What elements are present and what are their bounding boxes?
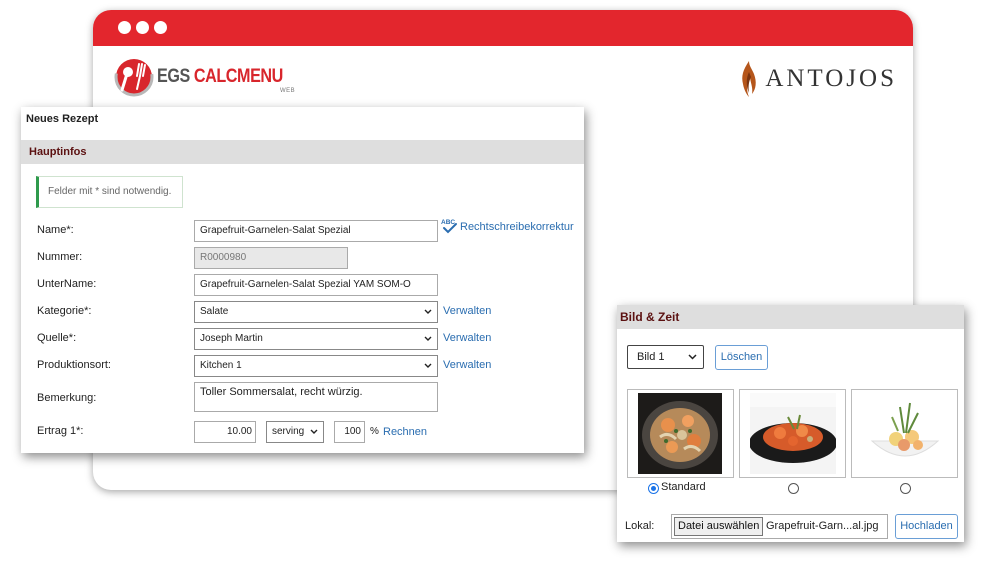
quelle-select[interactable]: Joseph Martin: [194, 328, 438, 350]
section-header-bild-zeit: Bild & Zeit: [617, 305, 964, 329]
window-dot-icon: [154, 21, 167, 34]
antojos-logo: ANTOJOS: [739, 60, 897, 98]
ertrag-percent-input[interactable]: 100: [334, 421, 365, 443]
image-select[interactable]: Bild 1: [627, 345, 704, 369]
image-thumbnail-3[interactable]: [851, 389, 958, 478]
image-time-panel: Bild & Zeit Bild 1 Löschen Standard Loka…: [617, 305, 964, 542]
browser-title-bar: [93, 10, 913, 46]
bemerkung-label: Bemerkung:: [37, 392, 97, 404]
name-input[interactable]: Grapefruit-Garnelen-Salat Spezial: [194, 220, 438, 242]
produktionsort-select[interactable]: Kitchen 1: [194, 355, 438, 377]
standard-radio-1[interactable]: [648, 483, 659, 494]
kategorie-value: Salate: [200, 306, 229, 317]
standard-label: Standard: [661, 481, 706, 493]
percent-symbol: %: [370, 426, 379, 437]
chevron-down-icon: [310, 429, 318, 434]
quelle-verwalten-link[interactable]: Verwalten: [443, 332, 491, 344]
untername-label: UnterName:: [37, 278, 97, 290]
image-thumbnail-1[interactable]: [627, 389, 734, 478]
standard-radio-3[interactable]: [900, 483, 911, 494]
shrimp-pasta-photo-icon: [638, 393, 722, 474]
egs-calcmenu-logo: EGS CALCMENU WEB: [113, 55, 305, 99]
logo-main: CALCMENU: [193, 66, 283, 87]
required-fields-notice: Felder mit * sind notwendig.: [36, 176, 183, 208]
untername-input[interactable]: Grapefruit-Garnelen-Salat Spezial YAM SO…: [194, 274, 438, 296]
window-dot-icon: [118, 21, 131, 34]
logo-sub: WEB: [279, 88, 296, 94]
spellcheck-link[interactable]: Rechtschreibekorrektur: [460, 221, 574, 233]
nummer-label: Nummer:: [37, 251, 83, 263]
shrimp-plate-photo-icon: [750, 393, 836, 474]
file-name: Grapefruit-Garn...al.jpg: [766, 520, 879, 532]
quelle-label: Quelle*:: [37, 332, 77, 344]
produktionsort-value: Kitchen 1: [200, 360, 242, 371]
standard-radio-2[interactable]: [788, 483, 799, 494]
antojos-wordmark: ANTOJOS: [765, 65, 897, 92]
ertrag-label: Ertrag 1*:: [37, 425, 84, 437]
produktionsort-label: Produktionsort:: [37, 359, 111, 371]
rechnen-link[interactable]: Rechnen: [383, 426, 427, 438]
produktionsort-verwalten-link[interactable]: Verwalten: [443, 359, 491, 371]
ertrag-unit-value: serving: [272, 426, 305, 437]
kategorie-verwalten-link[interactable]: Verwalten: [443, 305, 491, 317]
file-input[interactable]: Datei auswählen Grapefruit-Garn...al.jpg: [671, 514, 888, 539]
image-thumbnail-2[interactable]: [739, 389, 846, 478]
flame-icon: [742, 61, 757, 97]
ertrag-unit-select[interactable]: serving: [266, 421, 324, 443]
quelle-value: Joseph Martin: [200, 333, 263, 344]
nummer-input: R0000980: [194, 247, 348, 269]
delete-image-button[interactable]: Löschen: [715, 345, 768, 370]
upload-button[interactable]: Hochladen: [895, 514, 958, 539]
chevron-down-icon: [424, 336, 432, 341]
svg-text:ABC: ABC: [441, 219, 455, 226]
spellcheck-icon[interactable]: ABC: [440, 217, 458, 235]
image-select-value: Bild 1: [637, 351, 665, 363]
calcmenu-logo-icon: [114, 57, 154, 97]
choose-file-button[interactable]: Datei auswählen: [674, 517, 764, 536]
page-title: Neues Rezept: [26, 113, 99, 125]
bemerkung-textarea[interactable]: Toller Sommersalat, recht würzig.: [194, 382, 438, 412]
kategorie-select[interactable]: Salate: [194, 301, 438, 323]
name-label: Name*:: [37, 224, 74, 236]
kategorie-label: Kategorie*:: [37, 305, 92, 317]
ertrag-quantity-input[interactable]: 10.00: [194, 421, 256, 443]
chevron-down-icon: [688, 354, 697, 360]
section-header-hauptinfos: Hauptinfos: [21, 140, 584, 164]
window-dot-icon: [136, 21, 149, 34]
logo-prefix: EGS: [157, 66, 194, 87]
chevron-down-icon: [424, 363, 432, 368]
recipe-form-panel: Neues Rezept Hauptinfos Felder mit * sin…: [21, 107, 584, 453]
local-file-label: Lokal:: [625, 520, 655, 532]
chevron-down-icon: [424, 309, 432, 314]
salad-bowl-photo-icon: [862, 393, 948, 474]
